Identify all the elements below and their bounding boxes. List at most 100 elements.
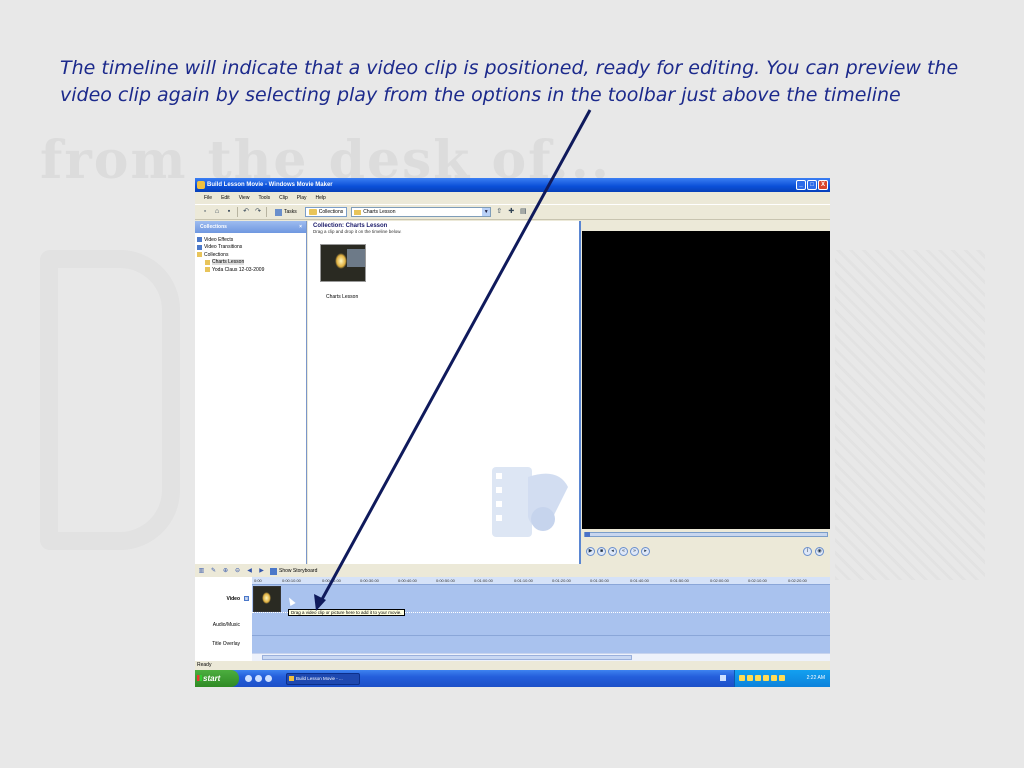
ruler-tick: 0:02:10.00 (748, 578, 767, 583)
playback-controls: ▶ ■ ◂ « » ▸ (586, 547, 650, 556)
open-project-icon[interactable]: ⌂ (213, 208, 221, 216)
clip-light (262, 592, 271, 604)
tray-app-icon[interactable] (739, 675, 745, 681)
collections-icon (308, 209, 317, 215)
ruler-tick: 0:01:20.00 (552, 578, 571, 583)
taskbar-movie-maker-button[interactable]: Build Lesson Movie - ... (286, 672, 360, 685)
rewind-icon[interactable]: « (619, 547, 628, 556)
play-icon[interactable]: ▶ (586, 547, 595, 556)
title-overlay-track-label: Title Overlay (212, 641, 240, 647)
scrollbar-thumb[interactable] (262, 655, 632, 660)
toolbar-separator (237, 207, 238, 217)
timeline-video-clip[interactable] (253, 586, 281, 612)
close-icon[interactable]: × (299, 221, 302, 233)
collapse-icon[interactable]: ⊟ (244, 596, 249, 601)
media-player-icon[interactable] (265, 675, 272, 682)
ruler-tick: 0:02:00.00 (710, 578, 729, 583)
collection-dropdown[interactable]: Charts Lesson ▼ (351, 207, 492, 217)
new-folder-icon[interactable]: ✚ (507, 208, 515, 216)
zoom-out-icon[interactable]: ⊖ (234, 568, 241, 575)
start-button[interactable]: start (195, 670, 239, 687)
seek-knob[interactable] (585, 532, 590, 537)
zoom-in-icon[interactable]: ⊕ (222, 568, 229, 575)
play-timeline-icon[interactable]: ▶ (258, 568, 265, 575)
menu-view[interactable]: View (239, 192, 250, 204)
network-icon[interactable] (720, 675, 726, 681)
menu-tools[interactable]: Tools (258, 192, 270, 204)
tray-app-icon[interactable] (747, 675, 753, 681)
ruler-tick: 0:00:30.00 (360, 578, 379, 583)
maximize-button[interactable]: □ (807, 180, 817, 190)
tree-item-collections[interactable]: Collections (197, 251, 304, 259)
previous-frame-icon[interactable]: ◂ (608, 547, 617, 556)
stop-icon[interactable]: ■ (597, 547, 606, 556)
windows-taskbar: start Build Lesson Movie - ... 2:22 AM (195, 670, 830, 687)
preview-monitor: ▶ ■ ◂ « » ▸ ⌇ ◉ (582, 221, 830, 564)
save-icon[interactable]: ▪ (225, 208, 233, 216)
preview-seek-bar[interactable] (584, 532, 828, 537)
minimize-button[interactable]: _ (796, 180, 806, 190)
timeline-ruler[interactable]: 0:00 0:00:10.00 0:00:20.00 0:00:30.00 0:… (252, 577, 830, 585)
split-clip-icon[interactable]: ⌇ (803, 547, 812, 556)
menu-edit[interactable]: Edit (221, 192, 230, 204)
next-frame-icon[interactable]: ▸ (641, 547, 650, 556)
collections-button[interactable]: Collections (304, 207, 348, 217)
forward-icon[interactable]: » (630, 547, 639, 556)
close-button[interactable]: X (818, 180, 828, 190)
audio-track[interactable] (252, 614, 830, 636)
menu-help[interactable]: Help (315, 192, 325, 204)
take-picture-icon[interactable]: ◉ (815, 547, 824, 556)
menu-play[interactable]: Play (297, 192, 307, 204)
menu-bar: File Edit View Tools Clip Play Help (195, 192, 830, 204)
up-folder-icon[interactable]: ⇧ (495, 208, 503, 216)
show-desktop-icon[interactable] (255, 675, 262, 682)
tasks-button[interactable]: Tasks (271, 207, 301, 218)
tray-app-icon[interactable] (771, 675, 777, 681)
tray-app-icon[interactable] (779, 675, 785, 681)
video-transitions-icon (197, 244, 202, 250)
chevron-down-icon[interactable]: ▼ (482, 208, 491, 216)
ruler-tick: 0:01:40.00 (630, 578, 649, 583)
video-track-label: Video (226, 596, 240, 602)
internet-explorer-icon[interactable] (245, 675, 252, 682)
redo-icon[interactable]: ↷ (254, 208, 262, 216)
timeline: Video ⊟ Audio/Music Title Overlay 0:00 0… (195, 577, 830, 661)
window-titlebar: Build Lesson Movie - Windows Movie Maker… (195, 178, 830, 192)
tree-item-label: Collections (204, 251, 229, 258)
tray-app-icon[interactable] (763, 675, 769, 681)
rewind-timeline-icon[interactable]: ◀ (246, 568, 253, 575)
show-storyboard-label: Show Storyboard (279, 568, 318, 574)
menu-clip[interactable]: Clip (279, 192, 288, 204)
thumbnail-board (347, 249, 365, 267)
ruler-tick: 0:01:00.00 (474, 578, 493, 583)
tree-item-video-transitions[interactable]: Video Transitions (197, 244, 304, 252)
tasks-label: Tasks (284, 209, 297, 215)
video-effects-icon (197, 237, 202, 243)
audio-track-label: Audio/Music (212, 622, 240, 628)
tree-item-video-effects[interactable]: Video Effects (197, 236, 304, 244)
menu-file[interactable]: File (204, 192, 212, 204)
collections-pane-header: Collections × (195, 221, 306, 233)
timeline-scrollbar[interactable] (252, 653, 830, 661)
new-project-icon[interactable]: ▫ (201, 208, 209, 216)
undo-icon[interactable]: ↶ (242, 208, 250, 216)
folder-icon (205, 267, 210, 273)
tree-item-label: Video Effects (204, 236, 234, 243)
collection-title: Collection: Charts Lesson (313, 223, 388, 229)
folder-icon (197, 252, 202, 258)
tree-item-charts-lesson[interactable]: Charts Lesson (197, 259, 304, 267)
tree-item-yoda-claus[interactable]: Yoda Claus 12-03-2009 (197, 266, 304, 274)
movie-maker-icon (289, 675, 294, 681)
set-audio-levels-icon[interactable]: ▥ (198, 568, 205, 575)
window-title: Build Lesson Movie - Windows Movie Maker (207, 182, 333, 188)
tree-item-label: Charts Lesson (212, 259, 245, 266)
show-storyboard-button[interactable]: Show Storyboard (270, 567, 318, 575)
ruler-tick: 0:01:30.00 (590, 578, 609, 583)
collection-hint: Drag a clip and drop it on the timeline … (313, 229, 402, 234)
clock: 2:22 AM (806, 675, 825, 681)
clip-thumbnail[interactable] (320, 244, 366, 282)
views-icon[interactable]: ▤ (519, 208, 527, 216)
title-overlay-track[interactable] (252, 637, 830, 653)
narrate-icon[interactable]: ✎ (210, 568, 217, 575)
tray-app-icon[interactable] (755, 675, 761, 681)
